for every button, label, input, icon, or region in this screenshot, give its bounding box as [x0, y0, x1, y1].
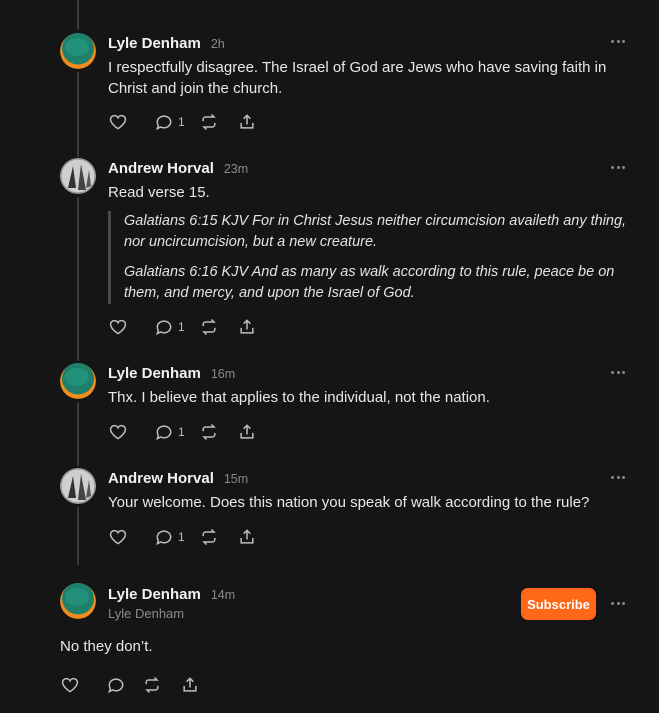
- timestamp[interactable]: 2h: [211, 37, 225, 51]
- avatar[interactable]: [60, 583, 96, 619]
- heart-icon: [108, 317, 128, 337]
- author-name[interactable]: Lyle Denham: [108, 35, 201, 52]
- reply-count: 1: [178, 115, 185, 129]
- timestamp[interactable]: 14m: [211, 588, 235, 602]
- restack-button[interactable]: [199, 317, 219, 337]
- thread-line: [77, 507, 79, 565]
- share-icon: [180, 675, 200, 695]
- more-icon[interactable]: [611, 476, 625, 480]
- timestamp[interactable]: 15m: [224, 472, 248, 486]
- avatar[interactable]: [60, 468, 96, 504]
- thread-line: [77, 72, 79, 157]
- thread-line: [77, 197, 79, 361]
- restack-icon: [142, 675, 162, 695]
- author-name[interactable]: Lyle Denham: [108, 365, 201, 382]
- author-name[interactable]: Andrew Horval: [108, 470, 214, 487]
- more-icon[interactable]: [611, 166, 625, 170]
- more-icon[interactable]: [611, 371, 625, 375]
- reply-button[interactable]: 1: [154, 112, 185, 132]
- reply-button[interactable]: [106, 675, 126, 695]
- quote-paragraph: Galatians 6:16 KJV And as many as walk a…: [124, 264, 615, 301]
- restack-icon: [199, 317, 219, 337]
- comment-text: I respectfully disagree. The Israel of G…: [108, 59, 607, 97]
- timestamp[interactable]: 23m: [224, 162, 248, 176]
- comment-icon: [154, 317, 174, 337]
- restack-button[interactable]: [199, 422, 219, 442]
- reply-count: 1: [178, 320, 185, 334]
- restack-icon: [199, 422, 219, 442]
- more-icon[interactable]: [611, 602, 625, 606]
- timestamp[interactable]: 16m: [211, 367, 235, 381]
- comment-icon: [154, 422, 174, 442]
- share-button[interactable]: [237, 527, 257, 547]
- share-button[interactable]: [180, 675, 200, 695]
- reply-button[interactable]: 1: [154, 527, 185, 547]
- reply-button[interactable]: 1: [154, 422, 185, 442]
- quote-paragraph: Galatians 6:15 KJV For in Christ Jesus n…: [124, 213, 627, 250]
- share-button[interactable]: [237, 317, 257, 337]
- reply-count: 1: [178, 530, 185, 544]
- heart-icon: [60, 675, 80, 695]
- comment-text: Read verse 15.: [108, 184, 210, 201]
- restack-button[interactable]: [199, 112, 219, 132]
- author-handle[interactable]: Lyle Denham: [108, 606, 184, 621]
- share-icon: [237, 422, 257, 442]
- share-button[interactable]: [237, 422, 257, 442]
- comment-text: Thx. I believe that applies to the indiv…: [108, 389, 490, 406]
- blockquote: Galatians 6:15 KJV For in Christ Jesus n…: [108, 211, 628, 304]
- comment-text: No they don’t.: [60, 638, 153, 655]
- avatar[interactable]: [60, 158, 96, 194]
- restack-button[interactable]: [142, 675, 162, 695]
- share-icon: [237, 112, 257, 132]
- like-button[interactable]: [60, 675, 80, 695]
- heart-icon: [108, 527, 128, 547]
- like-button[interactable]: [108, 317, 128, 337]
- share-button[interactable]: [237, 112, 257, 132]
- heart-icon: [108, 112, 128, 132]
- author-name[interactable]: Lyle Denham: [108, 586, 201, 603]
- restack-button[interactable]: [199, 527, 219, 547]
- like-button[interactable]: [108, 112, 128, 132]
- more-icon[interactable]: [611, 40, 625, 44]
- reply-button[interactable]: 1: [154, 317, 185, 337]
- comment-icon: [154, 112, 174, 132]
- comment-icon: [154, 527, 174, 547]
- like-button[interactable]: [108, 422, 128, 442]
- restack-icon: [199, 112, 219, 132]
- comment-icon: [106, 675, 126, 695]
- share-icon: [237, 317, 257, 337]
- comment-text: Your welcome. Does this nation you speak…: [108, 494, 590, 511]
- author-name[interactable]: Andrew Horval: [108, 160, 214, 177]
- subscribe-button[interactable]: Subscribe: [521, 588, 596, 620]
- avatar[interactable]: [60, 33, 96, 69]
- reply-count: 1: [178, 425, 185, 439]
- thread-line: [77, 402, 79, 466]
- thread-line: [77, 0, 79, 30]
- restack-icon: [199, 527, 219, 547]
- share-icon: [237, 527, 257, 547]
- avatar[interactable]: [60, 363, 96, 399]
- heart-icon: [108, 422, 128, 442]
- like-button[interactable]: [108, 527, 128, 547]
